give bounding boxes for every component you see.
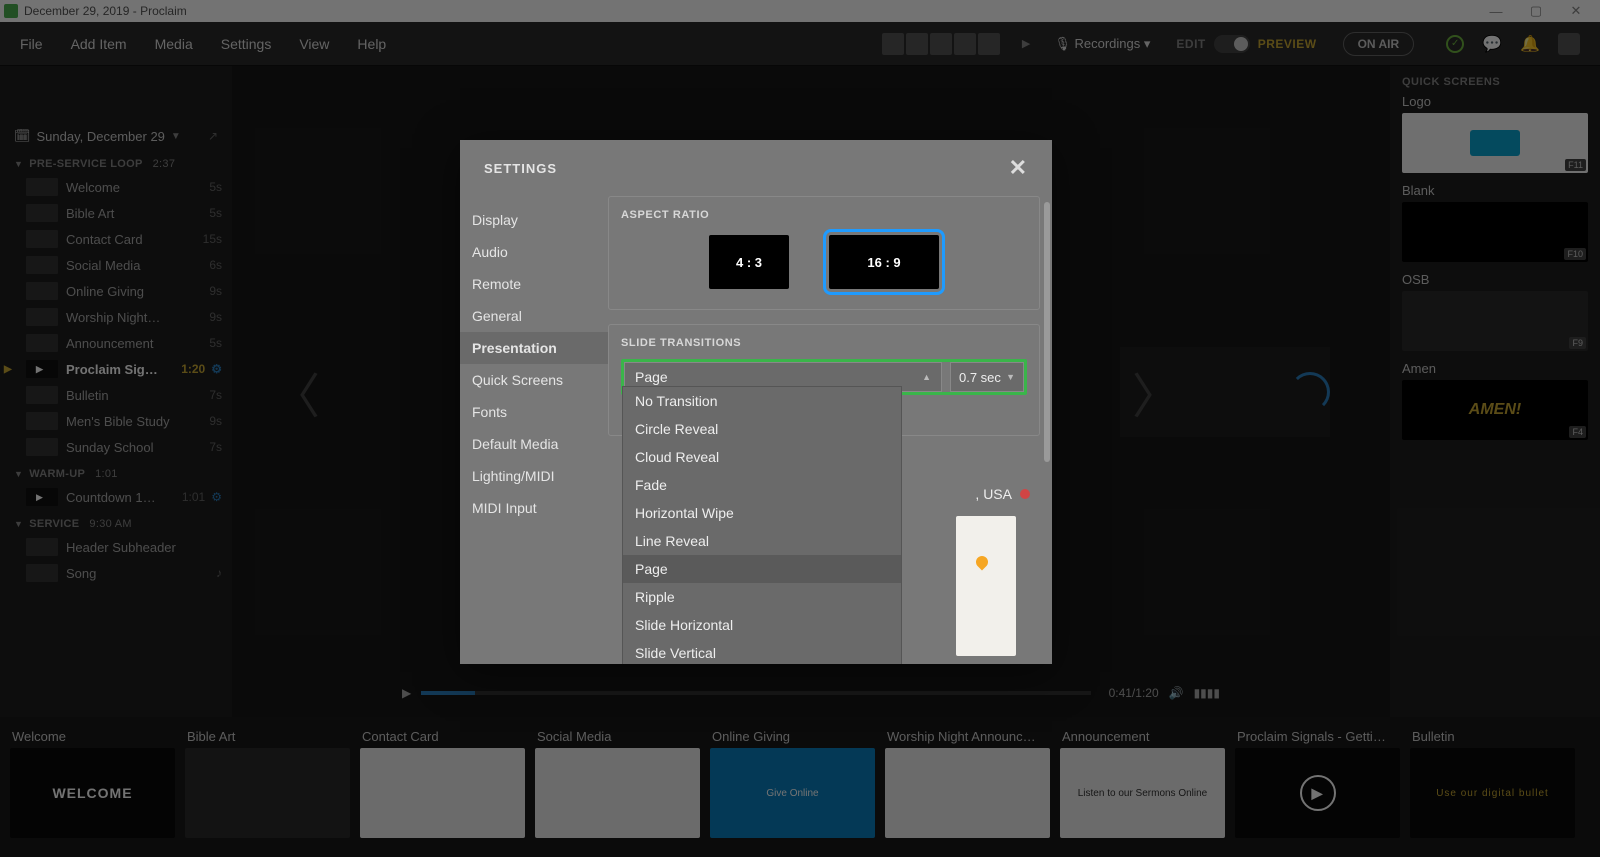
settings-nav-item[interactable]: General [460, 300, 608, 332]
aspect-4-3-option[interactable]: 4 : 3 [709, 235, 789, 289]
settings-nav-item[interactable]: Audio [460, 236, 608, 268]
remove-location-icon[interactable] [1020, 489, 1030, 499]
transition-option[interactable]: Ripple [623, 583, 901, 611]
location-text: , USA [975, 486, 1030, 502]
chevron-down-icon: ▼ [1006, 372, 1015, 382]
slide-transitions-label: SLIDE TRANSITIONS [621, 337, 1027, 349]
aspect-16-9-option[interactable]: 16 : 9 [829, 235, 939, 289]
settings-nav-item[interactable]: Remote [460, 268, 608, 300]
settings-nav-item[interactable]: MIDI Input [460, 492, 608, 524]
close-icon[interactable]: ✕ [1009, 155, 1028, 181]
transition-option[interactable]: Slide Vertical [623, 639, 901, 664]
settings-content: ASPECT RATIO 4 : 3 16 : 9 SLIDE TRANSITI… [608, 196, 1052, 664]
settings-nav-item[interactable]: Lighting/MIDI [460, 460, 608, 492]
settings-nav-item[interactable]: Presentation [460, 332, 608, 364]
aspect-ratio-panel: ASPECT RATIO 4 : 3 16 : 9 [608, 196, 1040, 310]
transition-option[interactable]: Fade [623, 471, 901, 499]
settings-modal: SETTINGS ✕ DisplayAudioRemoteGeneralPres… [460, 140, 1052, 664]
transition-option[interactable]: No Transition [623, 387, 901, 415]
map-pin-icon [974, 554, 991, 571]
transition-option[interactable]: Horizontal Wipe [623, 499, 901, 527]
settings-nav: DisplayAudioRemoteGeneralPresentationQui… [460, 196, 608, 664]
transition-duration-value: 0.7 sec [959, 370, 1001, 385]
transition-option[interactable]: Circle Reveal [623, 415, 901, 443]
scrollbar[interactable] [1044, 202, 1050, 462]
modal-title: SETTINGS [484, 161, 557, 176]
transition-option[interactable]: Page [623, 555, 901, 583]
map-preview [956, 516, 1016, 656]
transition-option[interactable]: Cloud Reveal [623, 443, 901, 471]
settings-nav-item[interactable]: Display [460, 204, 608, 236]
settings-nav-item[interactable]: Fonts [460, 396, 608, 428]
transition-option[interactable]: Slide Horizontal [623, 611, 901, 639]
chevron-up-icon: ▲ [922, 372, 931, 382]
transition-type-value: Page [635, 369, 668, 385]
transition-duration-dropdown[interactable]: 0.7 sec ▼ [950, 362, 1024, 392]
transition-options-list: No TransitionCircle RevealCloud RevealFa… [622, 386, 902, 664]
settings-nav-item[interactable]: Default Media [460, 428, 608, 460]
settings-nav-item[interactable]: Quick Screens [460, 364, 608, 396]
transition-option[interactable]: Line Reveal [623, 527, 901, 555]
aspect-ratio-label: ASPECT RATIO [621, 209, 1027, 221]
